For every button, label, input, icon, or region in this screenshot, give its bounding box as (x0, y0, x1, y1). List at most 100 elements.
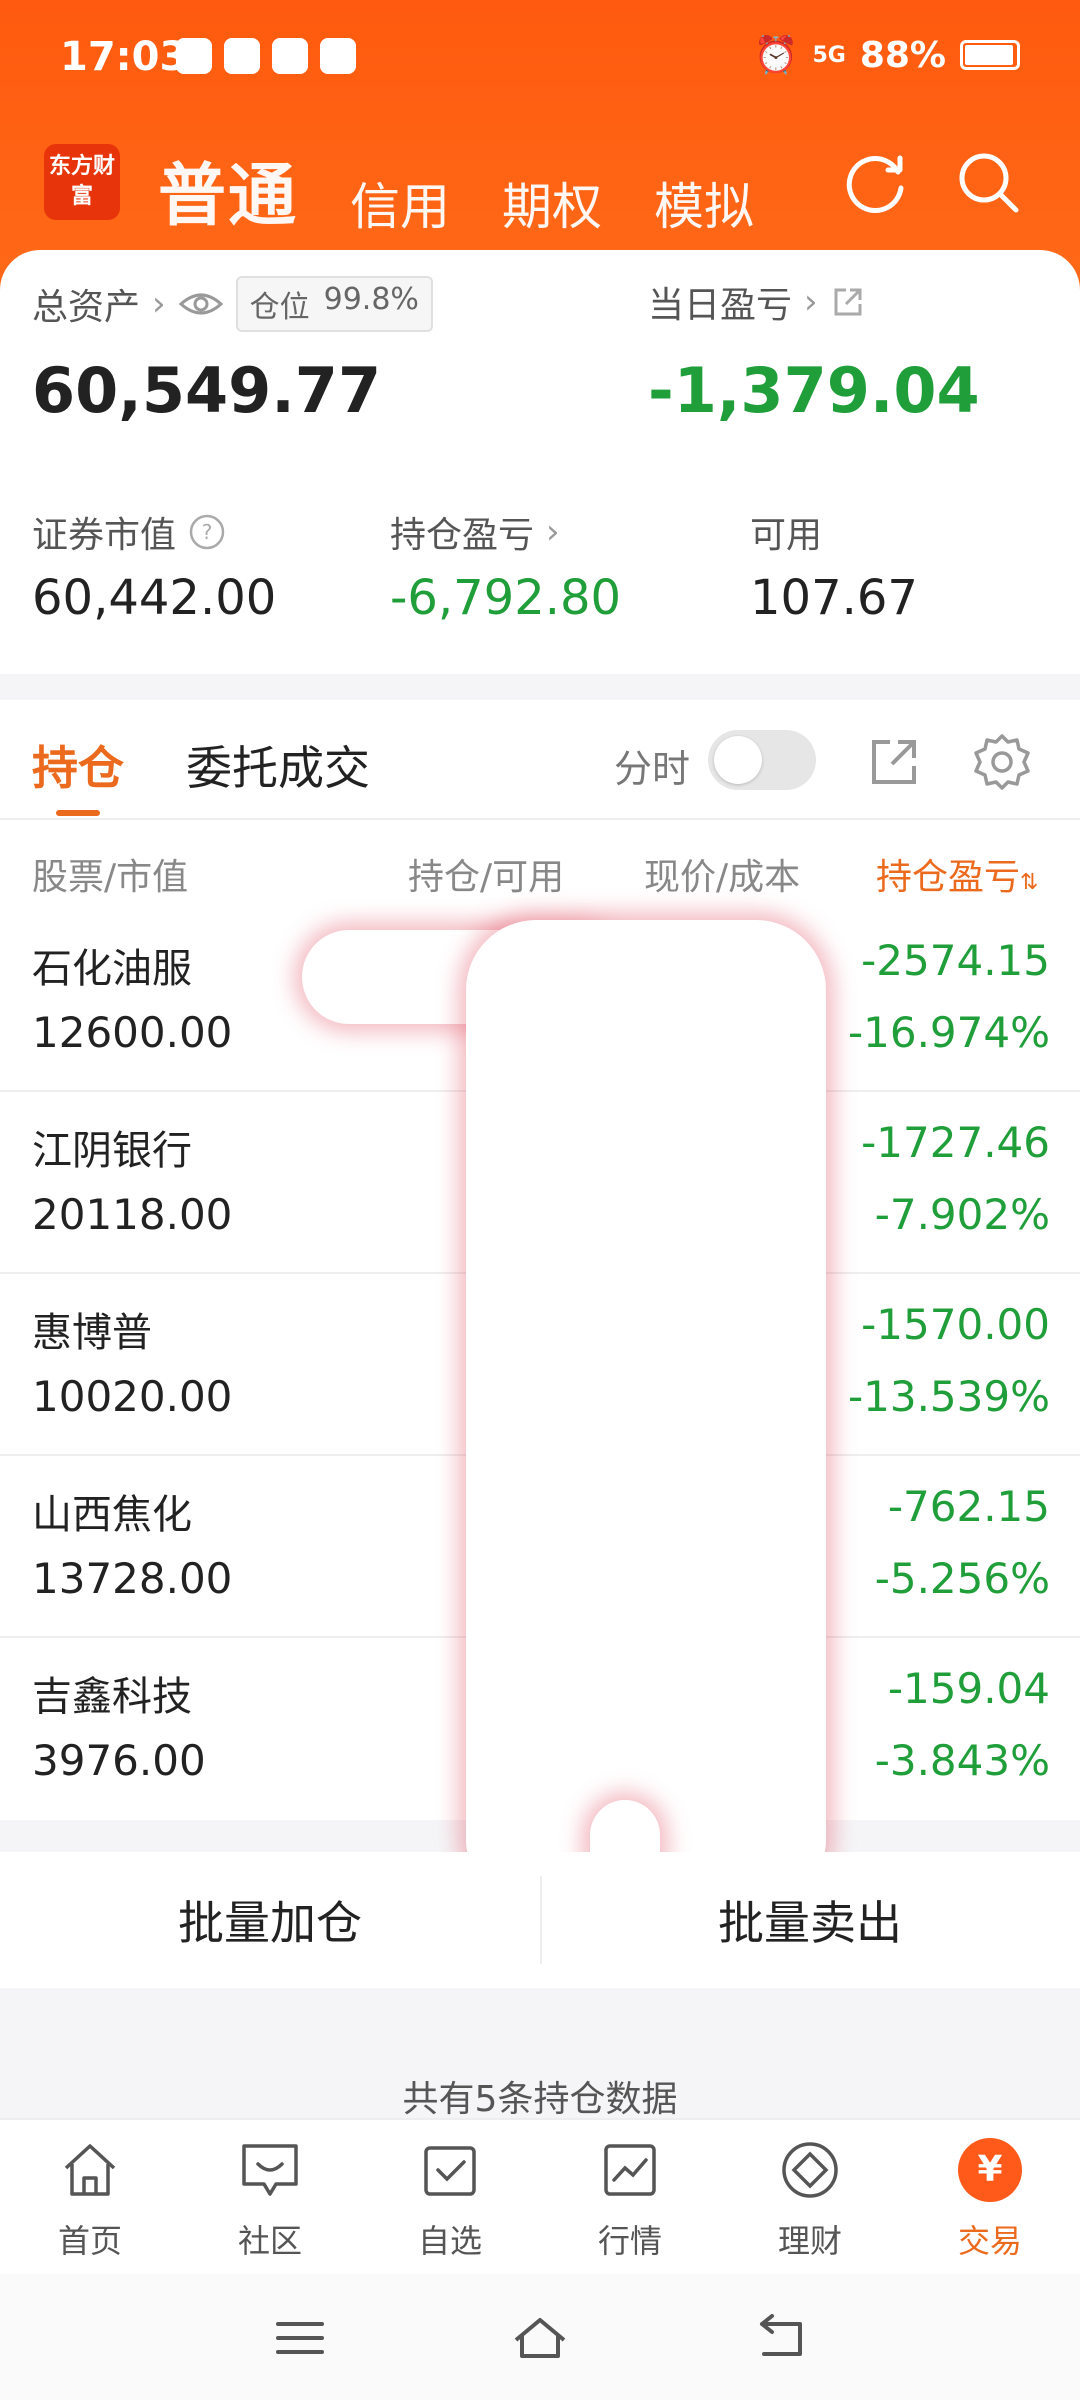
stock-pl: -762.15 (887, 1482, 1050, 1531)
douyin-app-icon (272, 38, 308, 74)
alipay-app-icon (320, 38, 356, 74)
map-app-icon (176, 38, 212, 74)
chevron-right-icon: › (546, 512, 560, 552)
stock-pl-percent: -13.539% (847, 1372, 1050, 1421)
daily-pl-label: 当日盈亏 (648, 285, 793, 326)
positions-tabs: 持仓 委托成交 分时 (0, 700, 1080, 820)
position-ratio-badge: 仓位 99.8% (235, 276, 433, 332)
stock-market-value: 20118.00 (32, 1190, 233, 1239)
tab-credit[interactable]: 信用 (350, 167, 450, 239)
market-value-header: 证券市值 ? (32, 506, 226, 558)
search-icon[interactable] (954, 148, 1024, 218)
chevron-right-icon: › (152, 284, 166, 324)
stock-pl: -1570.00 (861, 1300, 1050, 1349)
nav-community[interactable]: 社区 (180, 2138, 360, 2262)
market-value-label: 证券市值 (32, 515, 177, 556)
sort-icon: ⇅ (1020, 870, 1039, 895)
signal-icon: 5G (812, 42, 846, 68)
total-assets-label: 总资产 (32, 287, 141, 328)
menu-icon[interactable] (270, 2314, 330, 2362)
nav-home-label: 首页 (57, 2222, 122, 2260)
back-icon[interactable] (750, 2314, 810, 2362)
holding-pl-header[interactable]: 持仓盈亏 › (390, 506, 560, 558)
batch-add-button[interactable]: 批量加仓 (0, 1852, 540, 1988)
stock-pl-percent: -3.843% (874, 1736, 1050, 1785)
position-badge-label: 仓位 (249, 290, 310, 325)
stock-market-value: 3976.00 (32, 1736, 206, 1785)
stock-pl: -1727.46 (861, 1118, 1050, 1167)
market-value: 60,442.00 (32, 570, 277, 626)
share-icon[interactable] (866, 734, 922, 790)
split-time-label: 分时 (614, 747, 691, 791)
refresh-icon[interactable] (840, 148, 910, 218)
system-nav-bar (0, 2274, 1080, 2400)
tab-options[interactable]: 期权 (502, 167, 602, 239)
stock-market-value: 13728.00 (32, 1554, 233, 1603)
stock-name: 吉鑫科技 (32, 1674, 192, 1720)
yuan-icon: ¥ (958, 2138, 1022, 2202)
telegram-app-icon (224, 38, 260, 74)
stock-pl-percent: -5.256% (874, 1554, 1050, 1603)
daily-pl-value: -1,379.04 (648, 354, 980, 427)
tab-orders[interactable]: 委托成交 (186, 732, 370, 798)
notification-icons (176, 38, 356, 74)
checklist-icon (424, 2146, 476, 2196)
app-logo[interactable]: 东方财富 (44, 144, 120, 220)
total-assets-header[interactable]: 总资产 › 仓位 99.8% (32, 276, 433, 332)
stock-pl: -159.04 (887, 1664, 1050, 1713)
stock-pl-percent: -16.974% (847, 1008, 1050, 1057)
redaction-scribble (466, 920, 826, 1900)
col-holding-pl-label: 持仓盈亏 (876, 857, 1021, 898)
nav-market-label: 行情 (597, 2222, 662, 2260)
nav-trade[interactable]: ¥ 交易 (900, 2138, 1080, 2262)
tab-positions[interactable]: 持仓 (32, 732, 124, 798)
nav-watchlist-label: 自选 (417, 2222, 482, 2260)
available-label: 可用 (750, 515, 823, 556)
col-holding-pl[interactable]: 持仓盈亏⇅ (876, 848, 1038, 900)
status-right: ⏰ 5G 88% (754, 34, 1020, 76)
stock-pl: -2574.15 (861, 936, 1050, 985)
stock-market-value: 10020.00 (32, 1372, 233, 1421)
nav-home[interactable]: 首页 (0, 2138, 180, 2262)
svg-text:?: ? (202, 520, 213, 544)
home-nav-icon[interactable] (510, 2314, 570, 2362)
active-tab-indicator (56, 810, 100, 816)
stock-name: 惠博普 (32, 1310, 152, 1356)
battery-icon (960, 40, 1020, 70)
battery-text: 88% (859, 34, 946, 76)
status-time: 17:03 (60, 34, 188, 80)
status-bar: 17:03 ⏰ 5G 88% (0, 0, 1080, 120)
nav-trade-label: 交易 (957, 2222, 1022, 2260)
daily-pl-header[interactable]: 当日盈亏 › (648, 276, 866, 328)
split-time-toggle[interactable] (708, 730, 816, 790)
batch-sell-button[interactable]: 批量卖出 (540, 1852, 1080, 1988)
holding-pl-value: -6,792.80 (390, 570, 622, 626)
available-value: 107.67 (750, 570, 918, 626)
account-tabs: 普通 信用 期权 模拟 (158, 140, 754, 239)
col-stock-value: 股票/市值 (32, 857, 189, 898)
batch-actions: 批量加仓 批量卖出 (0, 1852, 1080, 1988)
help-icon[interactable]: ? (188, 513, 226, 551)
nav-community-label: 社区 (237, 2222, 302, 2260)
total-assets-value: 60,549.77 (32, 354, 382, 427)
nav-wealth-label: 理财 (777, 2222, 842, 2260)
nav-wealth[interactable]: 理财 (720, 2138, 900, 2262)
col-holding-available: 持仓/可用 (408, 857, 565, 898)
tab-simulated[interactable]: 模拟 (654, 167, 754, 239)
gear-icon[interactable] (972, 732, 1032, 792)
eye-icon[interactable] (178, 289, 224, 319)
nav-watchlist[interactable]: 自选 (360, 2138, 540, 2262)
diamond-icon (782, 2142, 838, 2198)
holding-pl-label: 持仓盈亏 (390, 515, 535, 556)
position-badge-value: 99.8% (323, 282, 419, 317)
stock-name: 石化油服 (32, 946, 192, 992)
tab-normal[interactable]: 普通 (158, 140, 298, 239)
nav-market[interactable]: 行情 (540, 2138, 720, 2262)
trend-chart-icon (604, 2144, 656, 2196)
stock-market-value: 12600.00 (32, 1008, 233, 1057)
home-icon (64, 2144, 116, 2196)
col-price-cost: 现价/成本 (644, 857, 801, 898)
positions-count: 共有5条持仓数据 (402, 2079, 678, 2120)
stock-name: 山西焦化 (32, 1492, 192, 1538)
share-icon[interactable] (830, 284, 866, 320)
